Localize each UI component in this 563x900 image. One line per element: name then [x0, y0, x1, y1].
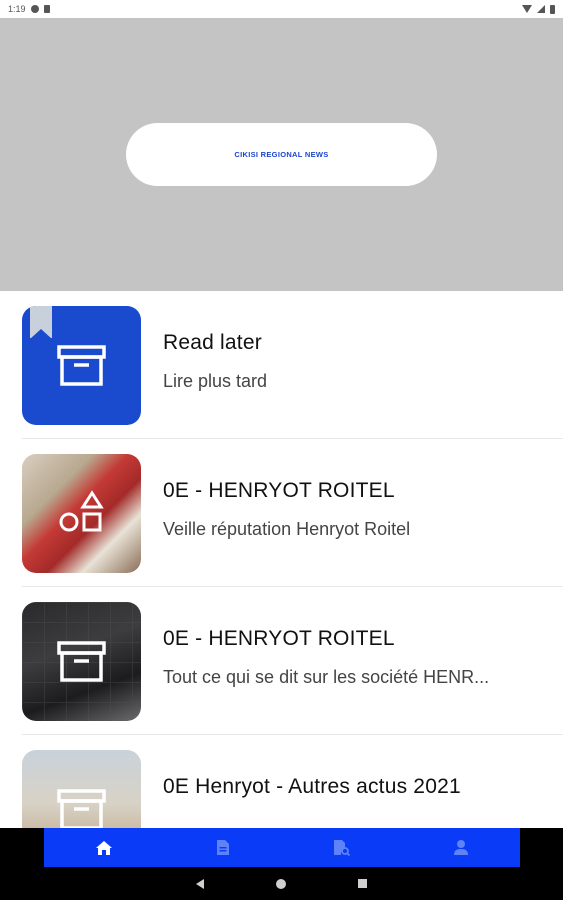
item-subtitle: Veille réputation Henryot Roitel: [163, 519, 411, 539]
header-banner: CIKISI REGIONAL NEWS: [0, 18, 563, 291]
item-thumbnail: [22, 750, 141, 828]
archive-box-icon: [57, 641, 106, 682]
tab-home[interactable]: [44, 828, 163, 867]
item-title: Read later: [163, 331, 262, 354]
system-nav-bar: [0, 867, 563, 900]
brand-pill: CIKISI REGIONAL NEWS: [126, 123, 437, 186]
home-circle-icon[interactable]: [276, 878, 286, 889]
notification-icon: [30, 5, 39, 13]
back-icon[interactable]: [196, 878, 204, 889]
list-item[interactable]: 0E Henryot - Autres actus 2021: [0, 735, 563, 828]
bottom-tab-bar: [44, 828, 520, 867]
item-thumbnail: [22, 306, 141, 425]
status-time: 1:19: [8, 4, 26, 14]
status-bar: 1:19: [0, 0, 563, 18]
sd-card-icon: [43, 5, 50, 13]
signal-icon: [537, 5, 545, 13]
item-thumbnail: [22, 454, 141, 573]
item-title: 0E - HENRYOT ROITEL: [163, 627, 395, 650]
wifi-icon: [522, 5, 532, 13]
item-thumbnail: [22, 602, 141, 721]
profile-icon: [453, 840, 468, 855]
archive-box-icon: [57, 345, 106, 386]
recent-apps-icon[interactable]: [358, 879, 367, 888]
tab-profile[interactable]: [401, 828, 520, 867]
list-item[interactable]: Read later Lire plus tard: [0, 291, 563, 439]
item-subtitle: Lire plus tard: [163, 371, 268, 391]
list-item[interactable]: 0E - HENRYOT ROITEL Tout ce qui se dit s…: [0, 587, 563, 735]
brand-pill-text: CIKISI REGIONAL NEWS: [234, 150, 329, 159]
list-item[interactable]: 0E - HENRYOT ROITEL Veille réputation He…: [0, 439, 563, 587]
item-title: 0E Henryot - Autres actus 2021: [163, 775, 461, 798]
tab-search-documents[interactable]: [282, 828, 401, 867]
tab-documents[interactable]: [163, 828, 282, 867]
item-title: 0E - HENRYOT ROITEL: [163, 479, 395, 502]
home-icon: [95, 840, 112, 855]
document-icon: [216, 840, 229, 855]
archive-box-icon: [57, 789, 106, 828]
shapes-icon: [59, 490, 104, 532]
battery-icon: [550, 4, 555, 14]
item-subtitle: Tout ce qui se dit sur les société HENR.…: [163, 667, 490, 687]
feed-list[interactable]: Read later Lire plus tard 0E - HENRYOT R…: [0, 291, 563, 828]
search-document-icon: [334, 840, 350, 856]
